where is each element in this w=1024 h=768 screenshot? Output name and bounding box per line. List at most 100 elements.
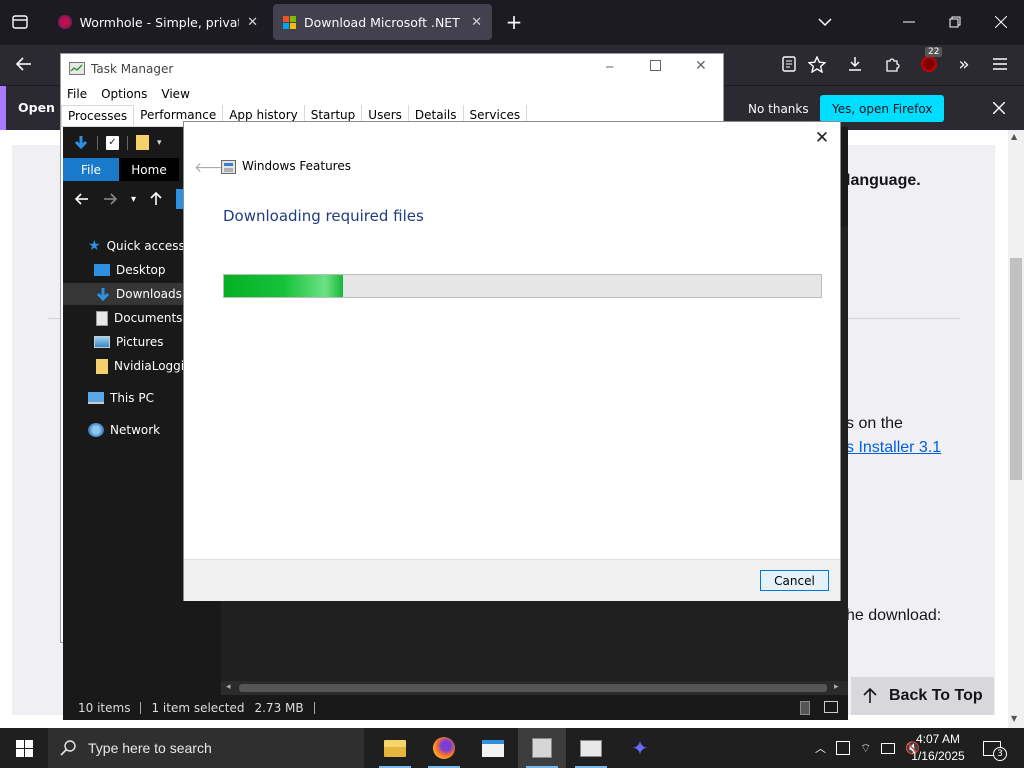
taskbar-windows-features[interactable]: [518, 728, 566, 768]
back-to-top-label: Back To Top: [889, 687, 983, 704]
taskbar-search-box[interactable]: Type here to search: [48, 728, 364, 768]
new-tab-plus-icon[interactable]: +: [500, 8, 528, 36]
ribbon-home-tab[interactable]: Home: [119, 158, 179, 181]
back-arrow-icon[interactable]: [75, 193, 89, 205]
tab-dotnet-download[interactable]: Download Microsoft .NET Fram ✕: [273, 4, 492, 40]
status-separator: [313, 702, 315, 714]
bookmark-star-icon[interactable]: [803, 50, 831, 78]
webpage-text-language: language.: [846, 172, 921, 189]
ublock-extension-icon[interactable]: 22: [915, 47, 943, 78]
dialog-title: Windows Features: [242, 159, 351, 173]
extension-badge: 22: [925, 47, 943, 57]
notification-icon: 3: [983, 740, 1007, 761]
taskbar-task-manager[interactable]: [567, 728, 615, 768]
tab-overview-icon[interactable]: [6, 8, 34, 36]
minimize-window-icon[interactable]: [895, 8, 923, 36]
back-arrow-icon[interactable]: [10, 50, 38, 78]
scrollbar-thumb[interactable]: [239, 684, 827, 692]
arrow-up-icon: [863, 688, 877, 703]
nav-label: Desktop: [116, 263, 166, 277]
download-arrow-icon: [96, 287, 110, 301]
tm-close-icon[interactable]: ✕: [695, 58, 707, 74]
more-tools-chevron-icon[interactable]: »: [950, 50, 978, 78]
properties-check-icon[interactable]: ✓: [106, 135, 119, 150]
taskbar-file-explorer[interactable]: [371, 728, 419, 768]
microsoft-favicon-icon: [283, 15, 296, 29]
tm-maximize-icon[interactable]: [650, 60, 661, 71]
scroll-down-arrow-icon[interactable]: ▼: [1011, 714, 1017, 723]
taskbar-app-purple[interactable]: ✦: [616, 728, 664, 768]
list-all-tabs-chevron-icon[interactable]: [811, 8, 839, 36]
tab-processes[interactable]: Processes: [61, 105, 135, 126]
scroll-up-arrow-icon[interactable]: ▲: [1011, 132, 1017, 141]
menu-view[interactable]: View: [161, 87, 189, 101]
task-manager-app-icon: [580, 739, 602, 757]
details-view-icon[interactable]: [800, 701, 810, 715]
tab-wormhole[interactable]: Wormhole - Simple, private file ✕: [48, 4, 268, 40]
dialog-footer: Cancel: [184, 559, 840, 601]
page-scrollbar[interactable]: ▲ ▼: [1008, 130, 1024, 728]
download-arrow-icon: [74, 135, 88, 149]
scrollbar-thumb[interactable]: [1010, 258, 1022, 480]
new-folder-icon[interactable]: [136, 135, 149, 150]
download-progress-bar: [223, 274, 822, 298]
tab-title: Download Microsoft .NET Fram: [304, 14, 463, 30]
hamburger-menu-icon[interactable]: [986, 50, 1014, 78]
windows-features-dialog: ✕ 🡐 Windows Features Downloading require…: [183, 121, 841, 601]
documents-icon: [96, 310, 108, 326]
show-hidden-icons-chevron-icon[interactable]: ︿: [815, 740, 826, 756]
notification-close-icon[interactable]: [985, 94, 1013, 122]
task-manager-menu-bar: File Options View: [61, 83, 723, 105]
clock-time: 4:07 AM: [915, 732, 961, 746]
extensions-puzzle-icon[interactable]: [879, 50, 907, 78]
recent-locations-chevron-icon[interactable]: ▾: [131, 194, 136, 205]
forward-arrow-icon[interactable]: [103, 193, 117, 205]
browser-tab-bar: Wormhole - Simple, private file ✕ Downlo…: [0, 0, 1024, 45]
downloads-icon[interactable]: [841, 50, 869, 78]
no-thanks-button[interactable]: No thanks: [736, 95, 821, 122]
horizontal-scrollbar[interactable]: ◂ ▸: [221, 681, 848, 695]
network-monitor-icon[interactable]: [881, 742, 896, 754]
close-window-icon[interactable]: [987, 8, 1015, 36]
menu-file[interactable]: File: [67, 87, 87, 101]
scroll-left-arrow-icon[interactable]: ◂: [226, 682, 231, 692]
windows-features-app-icon: [532, 738, 552, 758]
desktop-icon: [94, 264, 110, 276]
nav-label: Quick access: [106, 239, 185, 253]
dialog-close-icon[interactable]: ✕: [812, 128, 832, 148]
nav-label: Downloads: [116, 287, 182, 301]
windows-installer-link[interactable]: s Installer 3.1: [846, 439, 941, 457]
reader-view-icon[interactable]: [775, 50, 803, 78]
large-icons-view-icon[interactable]: [824, 701, 838, 713]
nav-label: Documents: [114, 311, 183, 325]
action-center-button[interactable]: 3: [983, 728, 1007, 768]
start-button[interactable]: [0, 728, 48, 768]
windows-taskbar: Type here to search ✦ ︿ ⌔ 🔇 4:07 AM 1/16…: [0, 728, 1024, 768]
search-placeholder: Type here to search: [88, 740, 212, 756]
search-icon: [60, 740, 76, 756]
yes-open-firefox-button[interactable]: Yes, open Firefox: [820, 95, 945, 122]
customize-dropdown-icon[interactable]: ▾: [157, 138, 162, 148]
network-icon: [88, 423, 104, 437]
cancel-button[interactable]: Cancel: [760, 570, 829, 591]
tab-close-icon[interactable]: ✕: [471, 15, 482, 30]
wifi-icon[interactable]: ⌔: [860, 741, 871, 756]
task-manager-title: Task Manager: [91, 61, 174, 76]
back-to-top-button[interactable]: Back To Top: [851, 677, 994, 715]
explorer-status-bar: 10 items 1 item selected 2.73 MB: [63, 696, 848, 720]
taskbar-clock[interactable]: 4:07 AM 1/16/2025: [898, 731, 978, 765]
menu-options[interactable]: Options: [101, 87, 147, 101]
scroll-right-arrow-icon[interactable]: ▸: [834, 682, 839, 692]
restore-window-icon[interactable]: [941, 8, 969, 36]
toolbar-separator: [127, 135, 128, 150]
status-item-count: 10 items: [78, 701, 131, 715]
windows-features-icon: [221, 160, 236, 174]
tab-close-icon[interactable]: ✕: [247, 15, 258, 30]
ribbon-file-tab[interactable]: File: [63, 158, 119, 181]
up-arrow-icon[interactable]: [150, 192, 162, 206]
taskbar-app-window[interactable]: [469, 728, 517, 768]
security-icon[interactable]: [836, 741, 850, 755]
tm-minimize-icon[interactable]: ─: [606, 60, 613, 74]
taskbar-firefox[interactable]: [420, 728, 468, 768]
webpage-text-download: he download:: [846, 607, 942, 624]
